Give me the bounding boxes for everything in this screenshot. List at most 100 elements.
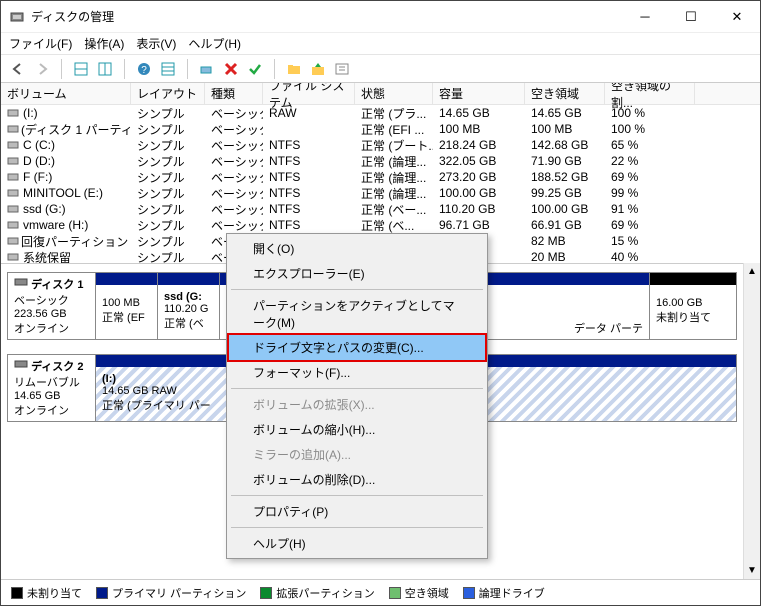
close-button[interactable]: ✕	[714, 2, 760, 32]
volume-cell: シンプル	[131, 169, 205, 186]
part-size: 110.20 G	[164, 303, 213, 315]
properties-icon[interactable]	[333, 60, 351, 78]
part-name: ssd (G:	[164, 291, 213, 303]
partition[interactable]: 100 MB 正常 (EF	[96, 273, 158, 339]
volume-cell: 71.90 GB	[525, 154, 605, 168]
volume-cell: NTFS	[263, 218, 355, 232]
volume-cell: 100 %	[605, 122, 695, 136]
disk-pane-scrollbar[interactable]: ▲ ▼	[743, 263, 760, 579]
part-status: 正常 (ベ	[164, 315, 213, 331]
volume-cell: シンプル	[131, 249, 205, 264]
volume-cell: 96.71 GB	[433, 218, 525, 232]
volume-cell: シンプル	[131, 217, 205, 234]
menu-explorer[interactable]: エクスプローラー(E)	[229, 261, 485, 286]
volume-row[interactable]: MINITOOL (E:)シンプルベーシックNTFS正常 (論理...100.0…	[1, 185, 760, 201]
menu-delete-volume[interactable]: ボリュームの削除(D)...	[229, 467, 485, 492]
menu-extend-volume: ボリュームの拡張(X)...	[229, 392, 485, 417]
detail-icon[interactable]	[159, 60, 177, 78]
volume-cell: 100.00 GB	[525, 202, 605, 216]
col-freepct[interactable]: 空き領域の割...	[605, 83, 695, 104]
menu-properties[interactable]: プロパティ(P)	[229, 499, 485, 524]
volume-cell: C (C:)	[1, 138, 131, 152]
col-layout[interactable]: レイアウト	[131, 83, 205, 104]
menu-file[interactable]: ファイル(F)	[9, 35, 72, 52]
back-icon[interactable]	[9, 60, 27, 78]
volume-cell: ベーシック	[205, 169, 263, 186]
menu-add-mirror: ミラーの追加(A)...	[229, 442, 485, 467]
scroll-down-icon[interactable]: ▼	[744, 562, 760, 579]
volume-row[interactable]: ssd (G:)シンプルベーシックNTFS正常 (ベー...110.20 GB1…	[1, 201, 760, 217]
volume-cell: 188.52 GB	[525, 170, 605, 184]
minimize-button[interactable]: ─	[622, 2, 668, 32]
volume-cell: 15 %	[605, 234, 695, 248]
toolbar-separator	[187, 59, 188, 79]
toolbar-separator	[274, 59, 275, 79]
menu-mark-active[interactable]: パーティションをアクティブとしてマーク(M)	[229, 293, 485, 335]
volume-cell: シンプル	[131, 121, 205, 138]
menu-help[interactable]: ヘルプ(H)	[229, 531, 485, 556]
volume-row[interactable]: (ディスク 1 パーティシ...シンプルベーシック正常 (EFI ...100 …	[1, 121, 760, 137]
part-size: 16.00 GB	[656, 297, 702, 309]
volume-row[interactable]: (I:)シンプルベーシックRAW正常 (プラ...14.65 GB14.65 G…	[1, 105, 760, 121]
layout2-icon[interactable]	[96, 60, 114, 78]
disk-2-title: ディスク 2	[31, 361, 83, 373]
wizard-icon[interactable]	[198, 60, 216, 78]
volume-row[interactable]: D (D:)シンプルベーシックNTFS正常 (論理...322.05 GB71.…	[1, 153, 760, 169]
volume-cell: 14.65 GB	[525, 106, 605, 120]
volume-cell: (I:)	[1, 106, 131, 120]
volume-cell: 100.00 GB	[433, 186, 525, 200]
volume-cell: 99.25 GB	[525, 186, 605, 200]
volume-cell: 66.91 GB	[525, 218, 605, 232]
forward-icon[interactable]	[33, 60, 51, 78]
delete-icon[interactable]	[222, 60, 240, 78]
menu-separator	[231, 527, 483, 528]
disk-management-window: ディスクの管理 ─ ☐ ✕ ファイル(F) 操作(A) 表示(V) ヘルプ(H)…	[0, 0, 761, 606]
disk-2-state: オンライン	[14, 405, 69, 417]
volume-icon	[7, 187, 21, 199]
col-type[interactable]: 種類	[205, 83, 263, 104]
disk-2-type: リムーバブル	[14, 377, 80, 389]
menu-view[interactable]: 表示(V)	[136, 35, 176, 52]
volume-cell: 正常 (ブート...	[355, 137, 433, 154]
scroll-up-icon[interactable]: ▲	[744, 263, 760, 280]
volume-cell: 100 %	[605, 106, 695, 120]
volume-cell: シンプル	[131, 105, 205, 122]
volume-cell: 69 %	[605, 170, 695, 184]
legend-unallocated: 未割り当て	[11, 585, 82, 601]
col-volume[interactable]: ボリューム	[1, 83, 131, 104]
app-icon	[9, 9, 25, 25]
help-icon[interactable]: ?	[135, 60, 153, 78]
col-filesystem[interactable]: ファイル システム	[263, 83, 355, 104]
col-free[interactable]: 空き領域	[525, 83, 605, 104]
menu-action[interactable]: 操作(A)	[84, 35, 124, 52]
volume-row[interactable]: C (C:)シンプルベーシックNTFS正常 (ブート...218.24 GB14…	[1, 137, 760, 153]
part-status: 正常 (EF	[102, 309, 151, 325]
volume-row[interactable]: vmware (H:)シンプルベーシックNTFS正常 (ベ...96.71 GB…	[1, 217, 760, 233]
layout1-icon[interactable]	[72, 60, 90, 78]
menu-help[interactable]: ヘルプ(H)	[188, 35, 241, 52]
volume-cell: ベーシック	[205, 153, 263, 170]
volume-cell: D (D:)	[1, 154, 131, 168]
volume-row[interactable]: F (F:)シンプルベーシックNTFS正常 (論理...273.20 GB188…	[1, 169, 760, 185]
maximize-button[interactable]: ☐	[668, 2, 714, 32]
menu-shrink-volume[interactable]: ボリュームの縮小(H)...	[229, 417, 485, 442]
volume-cell: ベーシック	[205, 185, 263, 202]
folder-icon[interactable]	[285, 60, 303, 78]
col-status[interactable]: 状態	[355, 83, 433, 104]
menu-format[interactable]: フォーマット(F)...	[229, 360, 485, 385]
disk-2-label: ディスク 2 リムーバブル 14.65 GB オンライン	[8, 355, 96, 421]
menu-change-drive-letter[interactable]: ドライブ文字とパスの変更(C)...	[229, 335, 485, 360]
partition-unallocated[interactable]: 16.00 GB 未割り当て	[650, 273, 736, 339]
volume-icon	[7, 235, 19, 247]
col-capacity[interactable]: 容量	[433, 83, 525, 104]
volume-cell: NTFS	[263, 170, 355, 184]
menu-open[interactable]: 開く(O)	[229, 236, 485, 261]
folder-up-icon[interactable]	[309, 60, 327, 78]
partition[interactable]: ssd (G: 110.20 G 正常 (ベ	[158, 273, 220, 339]
volume-cell: 110.20 GB	[433, 202, 525, 216]
volume-cell: 99 %	[605, 186, 695, 200]
volume-icon	[7, 107, 21, 119]
check-icon[interactable]	[246, 60, 264, 78]
volume-cell: シンプル	[131, 201, 205, 218]
menu-separator	[231, 388, 483, 389]
